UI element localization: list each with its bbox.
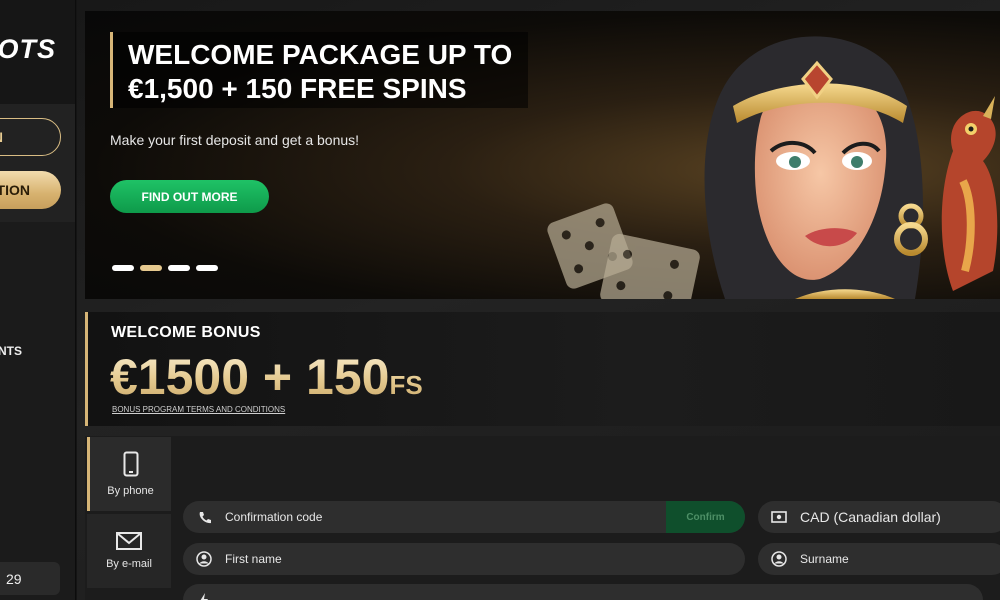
carousel-dot[interactable] (112, 265, 134, 271)
character-illustration (704, 36, 928, 299)
confirm-button[interactable]: Confirm (666, 501, 745, 533)
sidebar-item[interactable]: NTS (0, 344, 22, 358)
main-content: WELCOME PACKAGE UP TO €1,500 + 150 FREE … (77, 0, 1000, 600)
sidebar-counter[interactable]: 29 (0, 562, 60, 595)
banner-title-line2: €1,500 + 150 FREE SPINS (128, 73, 467, 104)
banner-subtitle: Make your first deposit and get a bonus! (110, 132, 360, 148)
user-icon (770, 550, 788, 568)
currency-value: CAD (Canadian dollar) (800, 509, 941, 525)
promo-icon (195, 591, 213, 600)
carousel-dot[interactable] (196, 265, 218, 271)
registration-button[interactable]: TION (0, 171, 61, 209)
carousel-dot-active[interactable] (140, 265, 162, 271)
tab-by-phone[interactable]: By phone (87, 437, 171, 511)
bonus-terms-link[interactable]: BONUS PROGRAM TERMS AND CONDITIONS (112, 405, 285, 414)
find-out-more-button[interactable]: FIND OUT MORE (110, 180, 269, 213)
surname-placeholder: Surname (800, 552, 849, 566)
logo-area: OTS (0, 0, 75, 104)
tab-label: By phone (107, 485, 154, 497)
banknote-icon (770, 508, 788, 526)
user-icon (195, 550, 213, 568)
banner-title-box: WELCOME PACKAGE UP TO €1,500 + 150 FREE … (110, 32, 528, 108)
promo-banner[interactable]: WELCOME PACKAGE UP TO €1,500 + 150 FREE … (85, 11, 1000, 299)
phone-icon (123, 451, 138, 477)
tab-by-email[interactable]: By e-mail (87, 514, 171, 588)
envelope-icon (116, 532, 142, 550)
dragon-illustration (941, 96, 998, 292)
registration-form: By phone By e-mail Confirmation code Con… (85, 436, 1000, 600)
site-logo[interactable]: OTS (0, 34, 56, 65)
sidebar: OTS N TION NTS 29 (0, 0, 76, 600)
confirmation-code-field[interactable]: Confirmation code Confirm (183, 501, 745, 533)
bonus-label: WELCOME BONUS (111, 324, 261, 341)
first-name-field[interactable]: First name (183, 543, 745, 575)
confirmation-code-placeholder: Confirmation code (225, 510, 323, 524)
bonus-amount-suffix: FS (389, 370, 423, 400)
bonus-amount: €1500 + 150FS (110, 348, 423, 406)
first-name-placeholder: First name (225, 552, 282, 566)
bonus-amount-value: €1500 + 150 (110, 349, 390, 405)
carousel-dots (112, 265, 218, 271)
welcome-bonus: WELCOME BONUS €1500 + 150FS BONUS PROGRA… (85, 312, 1000, 426)
login-button[interactable]: N (0, 118, 61, 156)
tab-label: By e-mail (106, 558, 152, 570)
currency-select[interactable]: CAD (Canadian dollar) (758, 501, 1000, 533)
phone-handset-icon (195, 508, 213, 526)
promo-code-field[interactable] (183, 584, 983, 600)
banner-title-line1: WELCOME PACKAGE UP TO (128, 39, 513, 70)
surname-field[interactable]: Surname (758, 543, 1000, 575)
carousel-dot[interactable] (168, 265, 190, 271)
